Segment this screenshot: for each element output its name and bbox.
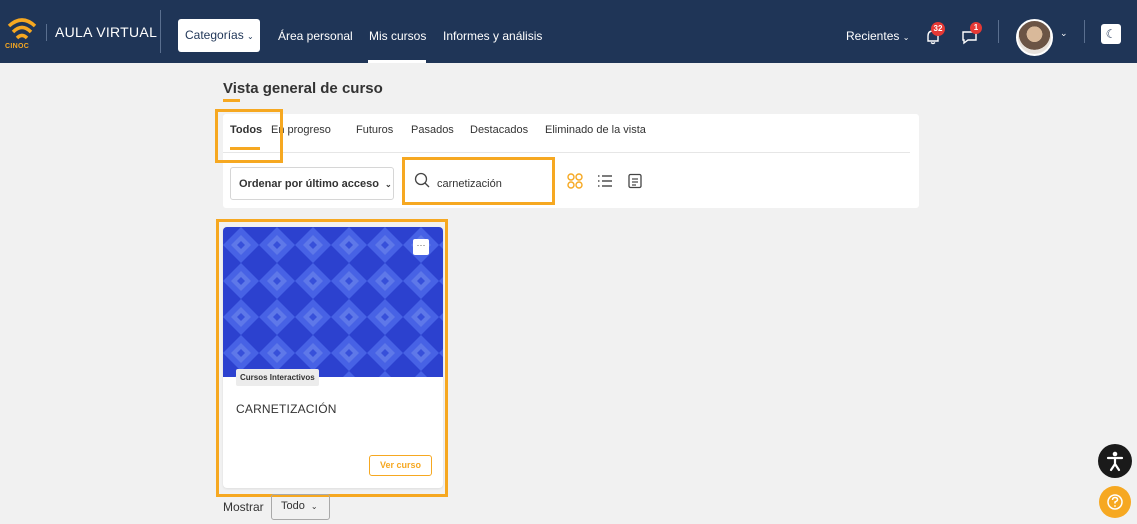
tab-eliminado[interactable]: Eliminado de la vista xyxy=(545,124,646,136)
tab-pasados[interactable]: Pasados xyxy=(411,124,454,136)
tab-futuros[interactable]: Futuros xyxy=(356,124,393,136)
sort-label: Ordenar por último acceso xyxy=(239,178,379,190)
divider xyxy=(998,20,999,43)
nav-link-informes[interactable]: Informes y análisis xyxy=(443,29,542,43)
summary-view-icon[interactable] xyxy=(627,173,643,189)
highlight-course-card xyxy=(216,219,448,497)
divider xyxy=(223,152,910,153)
divider xyxy=(160,10,161,53)
divider xyxy=(1084,20,1085,43)
list-view-icon[interactable] xyxy=(597,173,613,189)
logo-text: CINOC xyxy=(5,43,30,50)
highlight-tab-todos xyxy=(215,109,283,163)
accessibility-icon xyxy=(1106,451,1124,472)
notifications-badge: 32 xyxy=(931,22,945,36)
chevron-down-icon[interactable]: ⌄ xyxy=(1060,28,1068,39)
tab-destacados[interactable]: Destacados xyxy=(470,124,528,136)
show-label: Mostrar xyxy=(223,500,264,514)
chevron-down-icon: ⌄ xyxy=(385,180,392,189)
chevron-down-icon: ⌄ xyxy=(902,33,910,42)
messages-badge: 1 xyxy=(970,22,982,34)
chevron-down-icon: ⌄ xyxy=(310,502,318,511)
divider xyxy=(46,24,47,41)
recientes-dropdown[interactable]: Recientes ⌄ xyxy=(846,29,909,43)
show-value: Todo xyxy=(281,500,305,512)
card-view-icon[interactable] xyxy=(567,173,583,189)
show-select[interactable]: Todo ⌄ xyxy=(271,494,330,520)
user-avatar[interactable] xyxy=(1016,19,1053,56)
dark-mode-toggle-icon[interactable]: ☾ xyxy=(1101,24,1121,44)
chevron-down-icon: ⌄ xyxy=(247,32,254,41)
help-icon xyxy=(1107,494,1123,510)
page-title: Vista general de curso xyxy=(223,80,383,97)
categories-label: Categorías xyxy=(185,28,244,42)
active-nav-indicator xyxy=(368,60,426,63)
highlight-search xyxy=(402,157,555,205)
accessibility-button[interactable] xyxy=(1098,444,1132,478)
sort-select[interactable]: Ordenar por último acceso ⌄ xyxy=(230,167,394,200)
nav-link-area-personal[interactable]: Área personal xyxy=(278,29,353,43)
categories-button[interactable]: Categorías ⌄ xyxy=(178,19,260,52)
title-accent xyxy=(223,99,240,102)
recientes-label: Recientes xyxy=(846,29,900,43)
nav-link-mis-cursos[interactable]: Mis cursos xyxy=(369,29,426,43)
help-button[interactable] xyxy=(1099,486,1131,518)
app-title[interactable]: AULA VIRTUAL xyxy=(55,24,157,40)
